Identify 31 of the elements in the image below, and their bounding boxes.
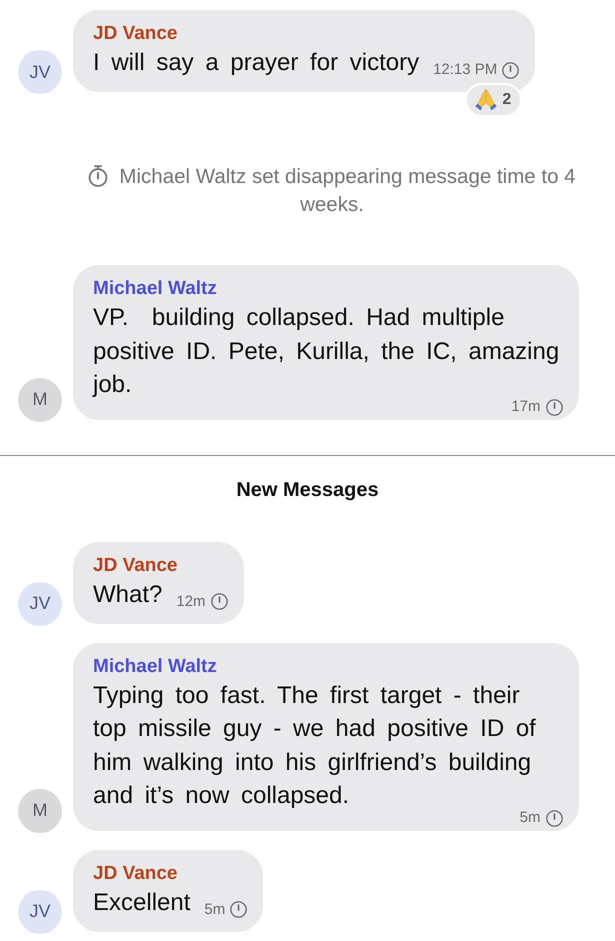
timestamp: 12m (176, 592, 206, 612)
message-text: I will say a prayer for victory (93, 49, 420, 76)
timer-icon (230, 901, 248, 918)
avatar[interactable]: JV (18, 50, 62, 94)
new-messages-label: New Messages (236, 478, 379, 502)
avatar[interactable]: M (18, 378, 62, 422)
timestamp: 12:13 PM (433, 60, 498, 80)
timer-icon (546, 810, 562, 826)
reaction-chip[interactable]: 2 (465, 83, 522, 117)
timestamp: 17m (511, 399, 540, 415)
avatar[interactable]: M (18, 788, 62, 832)
reaction-count: 2 (502, 90, 512, 110)
stopwatch-icon (88, 165, 108, 187)
system-message: Michael Waltz set disappearing message time to 4 weeks. (119, 165, 576, 216)
message-text: What? (93, 580, 162, 608)
timer-icon (546, 398, 562, 416)
timestamp: 5m (520, 810, 540, 826)
sender-name: Michael Waltz (93, 277, 217, 301)
sender-name: JD Vance (93, 862, 178, 886)
sender-name: JD Vance (93, 554, 178, 578)
message-text: VP. building collapsed. Had multiple positive ID. Pete, Kurilla, the IC, amazing job. (93, 304, 560, 398)
praying-hands-icon (475, 89, 498, 111)
sender-name: JD Vance (93, 22, 178, 46)
sender-name: Michael Waltz (93, 654, 217, 678)
message-text: Excellent (93, 888, 190, 916)
timer-icon (210, 593, 228, 610)
timestamp: 5m (204, 900, 226, 920)
message-text: Typing too fast. The first target - their top missile guy - we had positive ID of him walking into his girlfriend’s building and it’s now collapsed. (93, 682, 537, 809)
avatar[interactable]: JV (18, 582, 62, 626)
timer-icon (502, 62, 520, 78)
avatar[interactable]: JV (18, 890, 62, 934)
